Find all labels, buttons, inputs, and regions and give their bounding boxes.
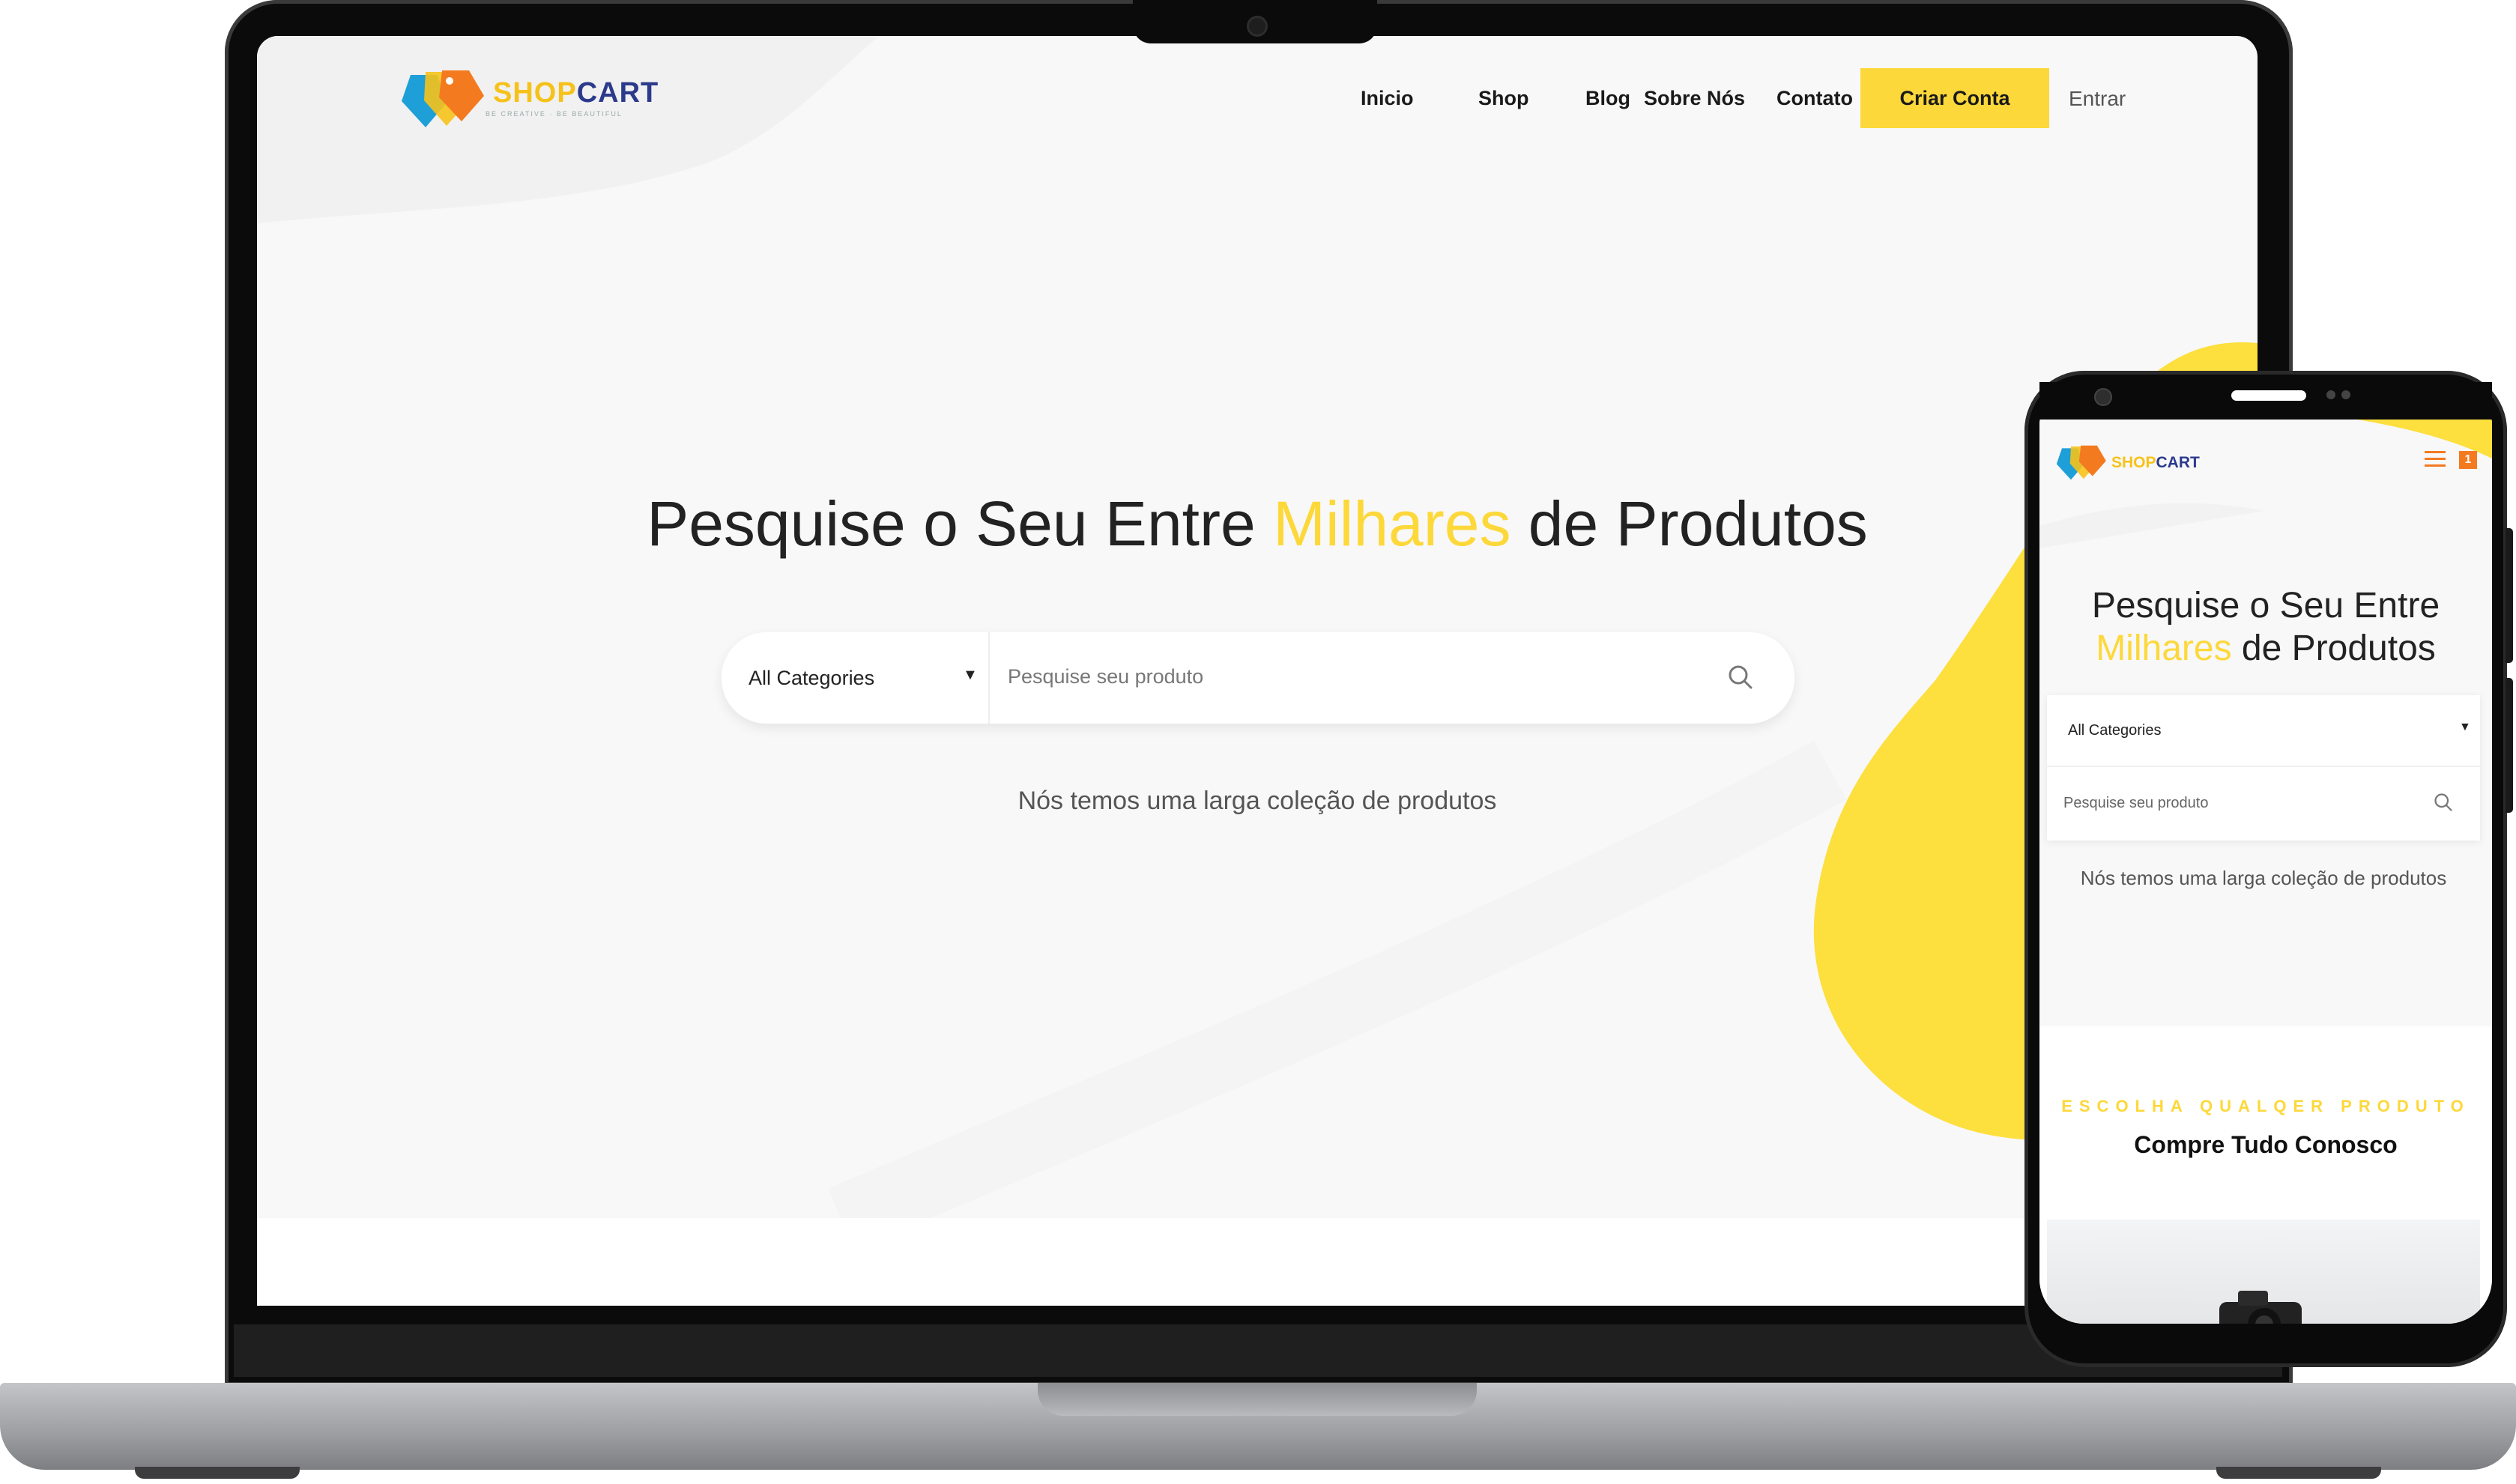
section-heading: Compre Tudo Conosco <box>2134 1131 2398 1158</box>
shopping-tags-icon <box>402 70 484 127</box>
search-icon[interactable] <box>2432 791 2455 814</box>
brand-name-shop: SHOP <box>493 77 577 109</box>
create-account-button[interactable]: Criar Conta <box>1860 68 2049 128</box>
mobile-brand-cart: CART <box>2156 453 2200 471</box>
shopping-tags-icon <box>2056 445 2106 480</box>
search-icon[interactable] <box>1726 662 1756 692</box>
phone-side-button <box>2506 678 2513 813</box>
camera-product-image <box>2219 1291 2302 1324</box>
search-bar: All Categories ▼ Pesquise seu produto <box>722 632 1794 724</box>
mobile-category-select[interactable]: All Categories ▼ <box>2047 695 2480 767</box>
chevron-down-icon: ▼ <box>963 667 978 683</box>
laptop-foot-right <box>2216 1467 2381 1479</box>
nav-inicio[interactable]: Inicio <box>1361 87 1414 110</box>
nav-contato[interactable]: Contato <box>1776 87 1853 110</box>
mobile-title-accent: Milhares <box>2096 629 2232 668</box>
mobile-search-box: All Categories ▼ Pesquise seu produto <box>2047 695 2480 841</box>
mobile-title-part2: de Produtos <box>2231 629 2436 668</box>
brand-logo[interactable]: SHOPCART BE CREATIVE · BE BEAUTIFUL <box>396 67 659 129</box>
brand-name-cart: CART <box>576 77 659 109</box>
section-eyebrow: ESCOLHA QUALQER PRODUTO <box>2061 1097 2470 1115</box>
hero-title-part2: de Produtos <box>1510 488 1868 560</box>
search-input[interactable]: Pesquise seu produto <box>1008 665 1203 688</box>
mobile-category-value: All Categories <box>2068 722 2162 739</box>
login-link[interactable]: Entrar <box>2069 87 2126 111</box>
mobile-search-input[interactable]: Pesquise seu produto <box>2063 795 2208 812</box>
category-select-value: All Categories <box>749 667 875 689</box>
phone-sensor <box>2326 390 2335 399</box>
hero-subtitle: Nós temos uma larga coleção de produtos <box>1017 787 1497 815</box>
hero-title-part1: Pesquise o Seu Entre <box>647 488 1274 560</box>
mobile-brand-shop: SHOP <box>2111 453 2156 471</box>
desktop-screen: SHOPCART BE CREATIVE · BE BEAUTIFUL Inic… <box>257 36 2258 1306</box>
nav-shop[interactable]: Shop <box>1478 87 1529 110</box>
chevron-down-icon: ▼ <box>2459 721 2471 733</box>
phone-side-button <box>2506 528 2513 663</box>
laptop-base-notch <box>1038 1383 1477 1416</box>
hero-title: Pesquise o Seu Entre Milhares de Produto… <box>632 490 1883 557</box>
mobile-hero-subtitle: Nós temos uma larga coleção de produtos <box>2080 867 2447 889</box>
phone-camera <box>2094 388 2112 406</box>
next-section <box>257 1218 2258 1306</box>
phone-sensor <box>2341 390 2350 399</box>
mobile-screen: SHOPCART 1 Pesquise o Seu Entre Milhares… <box>2039 414 2492 1324</box>
mobile-title-part1: Pesquise o Seu Entre <box>2091 586 2440 626</box>
product-card[interactable] <box>2047 1220 2480 1324</box>
laptop-foot-left <box>135 1467 300 1479</box>
phone-speaker <box>2231 390 2306 401</box>
nav-blog[interactable]: Blog <box>1585 87 1630 110</box>
hero-title-accent: Milhares <box>1273 488 1511 560</box>
mobile-brand-logo[interactable]: SHOPCART <box>2053 443 2200 481</box>
mobile-hero-title: Pesquise o Seu Entre Milhares de Produto… <box>2054 584 2477 670</box>
brand-tagline: BE CREATIVE · BE BEAUTIFUL <box>486 110 623 118</box>
info-badge[interactable]: 1 <box>2459 451 2477 469</box>
main-navbar: SHOPCART BE CREATIVE · BE BEAUTIFUL Inic… <box>257 36 2258 163</box>
laptop-chin <box>234 1324 2282 1377</box>
nav-sobre-nos[interactable]: Sobre Nós <box>1644 87 1745 110</box>
category-select[interactable]: All Categories ▼ <box>722 632 990 724</box>
laptop-camera <box>1247 16 1268 37</box>
hamburger-menu-icon[interactable] <box>2423 449 2447 469</box>
